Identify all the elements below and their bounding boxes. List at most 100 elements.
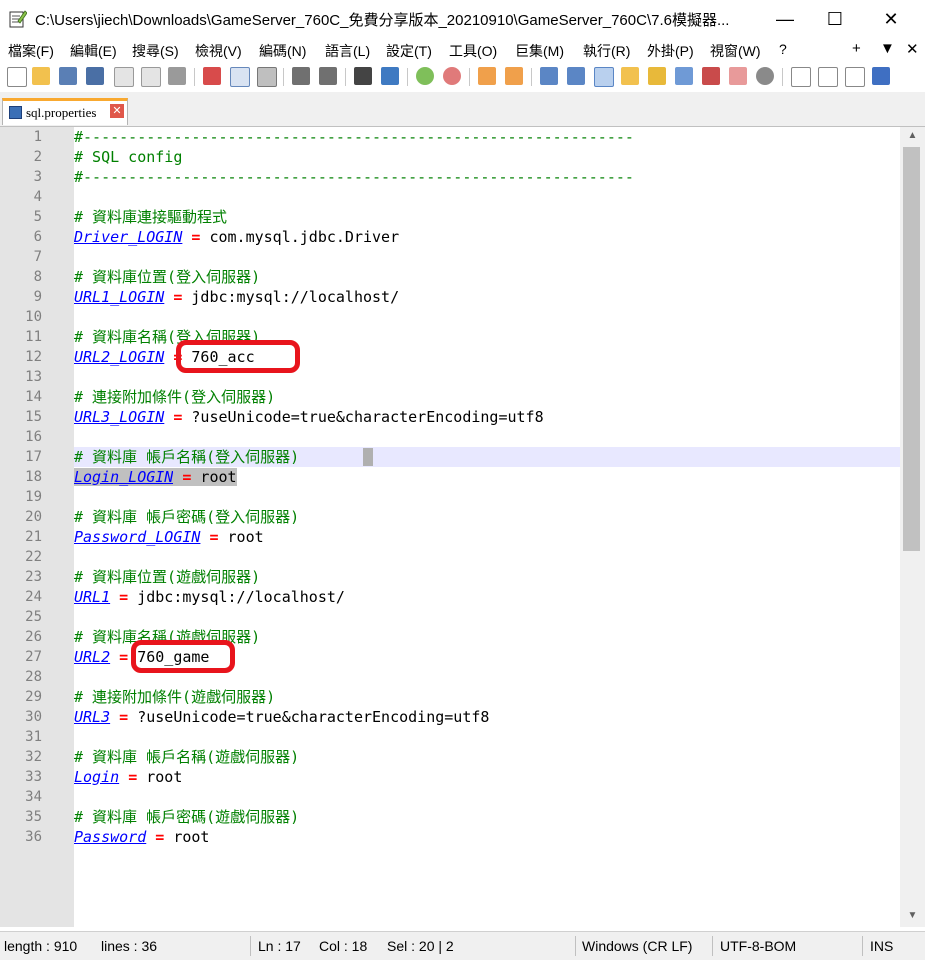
word-wrap-icon[interactable] bbox=[540, 67, 558, 85]
sync-horizontal-icon[interactable] bbox=[505, 67, 523, 85]
toolbar-separator bbox=[531, 68, 532, 86]
menu-settings[interactable]: 設定(T) bbox=[386, 41, 432, 61]
undo-icon[interactable] bbox=[292, 67, 310, 85]
code-line[interactable] bbox=[74, 487, 900, 507]
close-file-icon[interactable] bbox=[114, 67, 134, 87]
scroll-up-icon[interactable]: ▲ bbox=[900, 127, 925, 145]
menu-encoding[interactable]: 編碼(N) bbox=[259, 41, 306, 61]
status-insert-mode[interactable]: INS bbox=[870, 938, 893, 954]
close-window-button[interactable]: ✕ bbox=[868, 0, 914, 38]
menu-macro[interactable]: 巨集(M) bbox=[515, 41, 564, 61]
menu-tools[interactable]: 工具(O) bbox=[449, 41, 497, 61]
minimize-button[interactable]: — bbox=[762, 0, 808, 38]
code-line[interactable]: # 資料庫 帳戶密碼(遊戲伺服器) bbox=[74, 807, 900, 827]
code-line[interactable] bbox=[74, 427, 900, 447]
code-line[interactable]: Password = root bbox=[74, 827, 900, 847]
save-all-icon[interactable] bbox=[86, 67, 104, 85]
code-line[interactable]: URL3_LOGIN = ?useUnicode=true&characterE… bbox=[74, 407, 900, 427]
run-macro-multiple-icon[interactable] bbox=[872, 67, 890, 85]
code-line[interactable]: # 資料庫 帳戶名稱(登入伺服器) bbox=[74, 447, 900, 467]
code-line[interactable]: # 資料庫 帳戶密碼(登入伺服器) bbox=[74, 507, 900, 527]
sync-vertical-icon[interactable] bbox=[478, 67, 496, 85]
scroll-down-icon[interactable]: ▼ bbox=[900, 907, 925, 925]
code-line[interactable]: Driver_LOGIN = com.mysql.jdbc.Driver bbox=[74, 227, 900, 247]
folder-as-workspace-icon[interactable] bbox=[702, 67, 720, 85]
line-number: 3 bbox=[33, 169, 42, 185]
save-icon[interactable] bbox=[59, 67, 77, 85]
tab-list-dropdown[interactable]: ▼ bbox=[880, 40, 895, 57]
show-all-characters-icon[interactable] bbox=[567, 67, 585, 85]
find-icon[interactable] bbox=[354, 67, 372, 85]
line-number: 25 bbox=[25, 609, 42, 625]
play-macro-icon[interactable] bbox=[845, 67, 865, 87]
toolbar-separator bbox=[283, 68, 284, 86]
cut-icon[interactable] bbox=[203, 67, 221, 85]
code-line[interactable]: # 資料庫連接驅動程式 bbox=[74, 207, 900, 227]
menu-file[interactable]: 檔案(F) bbox=[8, 41, 54, 61]
menu-window[interactable]: 視窗(W) bbox=[710, 41, 761, 61]
code-area[interactable]: #---------------------------------------… bbox=[74, 127, 900, 927]
code-line[interactable]: Login_LOGIN = root bbox=[74, 467, 900, 487]
property-value: ?useUnicode=true&characterEncoding=utf8 bbox=[182, 408, 544, 426]
new-tab-button[interactable]: + bbox=[852, 40, 861, 57]
tab-close-icon[interactable]: ✕ bbox=[110, 104, 124, 118]
code-line[interactable]: # 連接附加條件(登入伺服器) bbox=[74, 387, 900, 407]
code-line[interactable]: # 資料庫 帳戶名稱(遊戲伺服器) bbox=[74, 747, 900, 767]
code-line[interactable]: URL1_LOGIN = jdbc:mysql://localhost/ bbox=[74, 287, 900, 307]
menu-search[interactable]: 搜尋(S) bbox=[132, 41, 179, 61]
code-line[interactable]: # 資料庫位置(遊戲伺服器) bbox=[74, 567, 900, 587]
code-line[interactable] bbox=[74, 247, 900, 267]
maximize-button[interactable]: ☐ bbox=[812, 0, 858, 38]
line-number: 17 bbox=[25, 449, 42, 465]
code-line[interactable] bbox=[74, 787, 900, 807]
tab-sql-properties[interactable]: sql.properties ✕ bbox=[2, 98, 128, 125]
zoom-out-icon[interactable] bbox=[443, 67, 461, 85]
code-line[interactable]: # 資料庫位置(登入伺服器) bbox=[74, 267, 900, 287]
user-language-icon[interactable] bbox=[621, 67, 639, 85]
annotation-box-760-acc bbox=[176, 340, 300, 373]
menu-run[interactable]: 執行(R) bbox=[583, 41, 630, 61]
equals-operator: = bbox=[119, 708, 129, 726]
replace-icon[interactable] bbox=[381, 67, 399, 85]
menu-help[interactable]: ? bbox=[779, 41, 787, 57]
scrollbar-thumb[interactable] bbox=[903, 147, 920, 551]
code-line[interactable]: # SQL config bbox=[74, 147, 900, 167]
property-value: root bbox=[164, 828, 210, 846]
menu-view[interactable]: 檢視(V) bbox=[195, 41, 242, 61]
code-line[interactable] bbox=[74, 187, 900, 207]
code-line[interactable] bbox=[74, 727, 900, 747]
vertical-scrollbar[interactable]: ▲ ▼ bbox=[900, 127, 925, 927]
code-line[interactable] bbox=[74, 547, 900, 567]
zoom-in-icon[interactable] bbox=[416, 67, 434, 85]
print-icon[interactable] bbox=[168, 67, 186, 85]
document-map-icon[interactable] bbox=[648, 67, 666, 85]
code-line[interactable] bbox=[74, 307, 900, 327]
code-line[interactable]: Password_LOGIN = root bbox=[74, 527, 900, 547]
monitoring-icon[interactable] bbox=[756, 67, 774, 85]
menu-edit[interactable]: 編輯(E) bbox=[70, 41, 117, 61]
status-eol-format[interactable]: Windows (CR LF) bbox=[582, 938, 692, 954]
project-panel-icon[interactable] bbox=[729, 67, 747, 85]
paste-icon[interactable] bbox=[257, 67, 277, 87]
code-line[interactable]: Login = root bbox=[74, 767, 900, 787]
status-encoding[interactable]: UTF-8-BOM bbox=[720, 938, 796, 954]
stop-macro-icon[interactable] bbox=[818, 67, 838, 87]
code-line[interactable] bbox=[74, 607, 900, 627]
new-file-icon[interactable] bbox=[7, 67, 27, 87]
code-line[interactable]: #---------------------------------------… bbox=[74, 127, 900, 147]
code-line[interactable]: #---------------------------------------… bbox=[74, 167, 900, 187]
menu-plugins[interactable]: 外掛(P) bbox=[647, 41, 694, 61]
menu-language[interactable]: 語言(L) bbox=[325, 41, 370, 61]
redo-icon[interactable] bbox=[319, 67, 337, 85]
open-file-icon[interactable] bbox=[32, 67, 50, 85]
close-tab-button[interactable]: ✕ bbox=[906, 40, 919, 58]
code-line[interactable]: URL1 = jdbc:mysql://localhost/ bbox=[74, 587, 900, 607]
function-list-icon[interactable] bbox=[675, 67, 693, 85]
editor[interactable]: 1 2 3 4 5 6 7 8 9 10 11 12 13 14 15 16 17 18 19 20 21 22 23 24 2… bbox=[0, 127, 900, 927]
indent-guide-icon[interactable] bbox=[594, 67, 614, 87]
record-macro-icon[interactable] bbox=[791, 67, 811, 87]
copy-icon[interactable] bbox=[230, 67, 250, 87]
code-line[interactable]: # 連接附加條件(遊戲伺服器) bbox=[74, 687, 900, 707]
code-line[interactable]: URL3 = ?useUnicode=true&characterEncodin… bbox=[74, 707, 900, 727]
close-all-icon[interactable] bbox=[141, 67, 161, 87]
